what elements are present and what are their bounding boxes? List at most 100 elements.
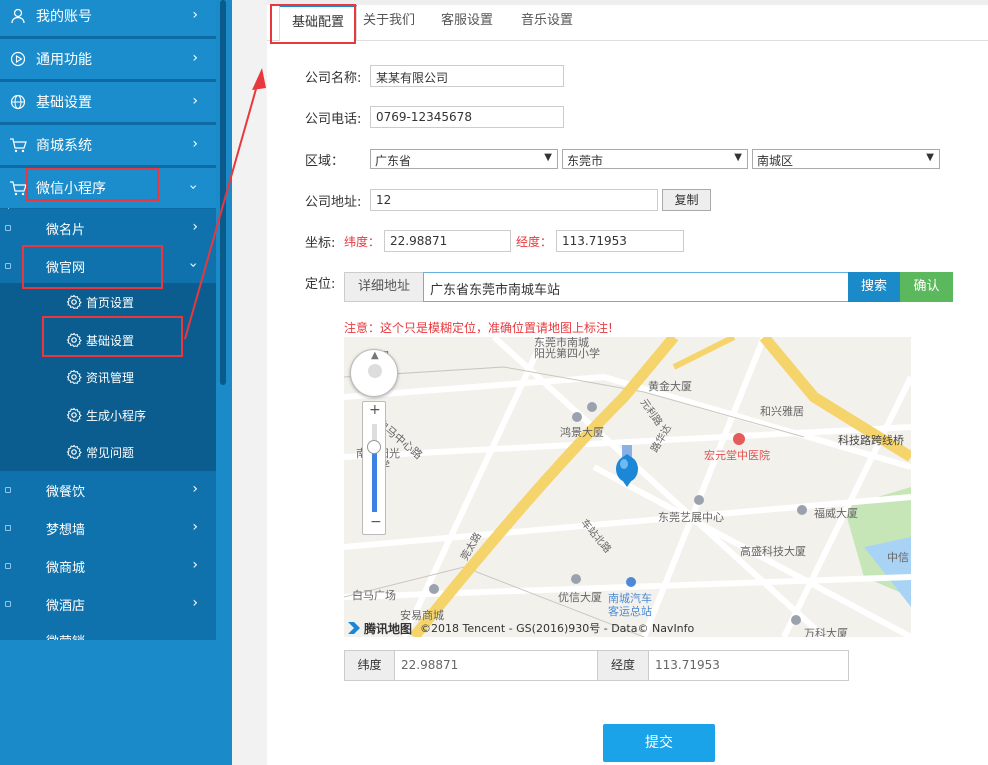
province-value: 广东省 xyxy=(375,154,412,168)
leaf-generate-miniprogram[interactable]: 生成小程序 xyxy=(0,396,216,434)
sub-item-hotel[interactable]: 微酒店 › xyxy=(0,585,216,623)
cart-icon xyxy=(0,137,36,153)
tab-about-us[interactable]: 关于我们 xyxy=(359,10,419,42)
globe-icon xyxy=(0,94,36,110)
search-button[interactable]: 搜索 xyxy=(848,272,900,302)
map-label: 阳光第四小学 xyxy=(534,347,600,360)
menu-label: 我的账号 xyxy=(36,9,92,25)
leaf-faq[interactable]: 常见问题 xyxy=(0,433,216,471)
sub-item-label: 微酒店 xyxy=(46,598,86,614)
chevron-up-icon[interactable]: ▲ xyxy=(371,350,379,361)
map-label: 优信大厦 xyxy=(558,591,602,604)
lat-field[interactable]: 22.98871 xyxy=(384,230,511,252)
map-label: 东莞艺展中心 xyxy=(658,511,724,524)
caret-down-icon: ▼ xyxy=(734,152,742,163)
address-field[interactable]: 12 xyxy=(370,189,658,211)
user-icon xyxy=(0,8,36,24)
sub-item-catering[interactable]: 微餐饮 › xyxy=(0,471,216,509)
region-label: 区域： xyxy=(305,154,345,169)
detail-address-input[interactable]: 广东省东莞市南城车站 xyxy=(423,272,849,302)
map-label: 高盛科技大厦 xyxy=(740,545,806,558)
copy-button[interactable]: 复制 xyxy=(662,189,711,211)
chevron-right-icon: › xyxy=(192,519,198,535)
province-select[interactable]: 广东省 ▼ xyxy=(370,149,558,169)
coord-lat-value: 22.98871 xyxy=(401,658,459,672)
company-name-label: 公司名称: xyxy=(305,71,362,86)
lat-label: 纬度： xyxy=(344,235,381,249)
sub-item-label: 微营销 xyxy=(46,631,85,640)
map-copyright: ©2018 Tencent - GS(2016)930号 - Data© Nav… xyxy=(420,622,695,635)
tree-node xyxy=(5,263,11,269)
map-label: 鸿景大厦 xyxy=(560,426,604,439)
tab-bar: 基础配置 关于我们 客服设置 音乐设置 xyxy=(267,5,988,41)
sidebar-footer xyxy=(0,640,232,765)
city-select[interactable]: 东莞市 ▼ xyxy=(562,149,748,169)
menu-label: 通用功能 xyxy=(36,52,92,68)
map-label: 黄金大厦 xyxy=(648,380,692,393)
map-label: 白马广场 xyxy=(352,589,396,602)
gear-icon xyxy=(66,369,82,385)
sub-item-label: 微名片 xyxy=(46,222,86,238)
chevron-right-icon: › xyxy=(192,481,198,497)
menu-my-account[interactable]: 我的账号 › xyxy=(0,0,216,36)
play-circle-icon xyxy=(0,51,36,67)
sub-item-marketing[interactable]: 微营销 xyxy=(0,623,216,640)
highlight-box xyxy=(270,4,356,44)
highlight-box xyxy=(26,168,159,201)
coords-table: 纬度 22.98871 经度 113.71953 xyxy=(344,650,849,681)
tree-node xyxy=(5,225,11,231)
lng-field[interactable]: 113.71953 xyxy=(556,230,684,252)
company-name-field[interactable]: 某某有限公司 xyxy=(370,65,564,87)
leaf-label: 首页设置 xyxy=(86,295,135,310)
tree-node xyxy=(5,487,11,493)
zoom-thumb[interactable] xyxy=(367,440,381,454)
chevron-right-icon: › xyxy=(192,595,198,611)
annotation-arrow xyxy=(184,68,266,340)
map-pan-control[interactable]: ▲ xyxy=(350,349,398,397)
map-view[interactable]: 东莞市南城 阳光第四小学 御景 黄金大厦 和兴雅居 科技路跨线桥 白马中心路 南… xyxy=(344,337,911,637)
map-label: 万科大厦 xyxy=(804,627,848,637)
map-brand: 腾讯地图 xyxy=(364,621,413,636)
leaf-label: 资讯管理 xyxy=(86,370,135,385)
highlight-box xyxy=(22,245,163,289)
detail-address-label: 详细地址 xyxy=(344,272,424,302)
menu-label: 商城系统 xyxy=(36,138,92,154)
sub-item-dream-wall[interactable]: 梦想墙 › xyxy=(0,509,216,547)
phone-field[interactable]: 0769-12345678 xyxy=(370,106,564,128)
coord-lng-value: 113.71953 xyxy=(655,658,720,672)
tencent-map-logo-icon xyxy=(348,622,360,634)
map-zoom-control[interactable]: + − xyxy=(362,401,386,535)
address-label: 公司地址: xyxy=(305,195,362,210)
map-attribution: 腾讯地图 ©2018 Tencent - GS(2016)930号 - Data… xyxy=(346,620,694,636)
gear-icon xyxy=(66,444,82,460)
gear-icon xyxy=(66,294,82,310)
tree-node xyxy=(5,563,11,569)
map-label: 宏元堂中医院 xyxy=(704,449,770,462)
caret-down-icon: ▼ xyxy=(544,152,552,163)
gear-icon xyxy=(66,407,82,423)
coord-label: 坐标: xyxy=(305,236,336,251)
sub-item-mall[interactable]: 微商城 › xyxy=(0,547,216,585)
tab-service-settings[interactable]: 客服设置 xyxy=(437,10,497,42)
chevron-right-icon: › xyxy=(192,7,198,23)
phone-label: 公司电话: xyxy=(305,112,362,127)
map-label: 中信 xyxy=(887,551,909,564)
sub-item-label: 微商城 xyxy=(46,560,86,576)
tab-music-settings[interactable]: 音乐设置 xyxy=(517,10,577,42)
coord-lat-label: 纬度 xyxy=(345,651,395,680)
leaf-news-management[interactable]: 资讯管理 xyxy=(0,358,216,396)
leaf-label: 生成小程序 xyxy=(86,408,147,423)
confirm-button[interactable]: 确认 xyxy=(900,272,953,302)
zoom-out-icon[interactable]: − xyxy=(370,514,382,530)
notice-text: 注意：这个只是模糊定位，准确位置请地图上标注! xyxy=(344,321,613,335)
map-label: 科技路跨线桥 xyxy=(838,434,904,447)
submit-button[interactable]: 提交 xyxy=(603,724,715,762)
pan-center[interactable] xyxy=(368,364,382,378)
lng-label: 经度： xyxy=(516,235,553,249)
map-label: 和兴雅居 xyxy=(760,405,804,418)
district-value: 南城区 xyxy=(757,154,794,168)
locate-label: 定位: xyxy=(305,277,336,292)
district-select[interactable]: 南城区 ▼ xyxy=(752,149,940,169)
zoom-in-icon[interactable]: + xyxy=(369,402,381,418)
caret-down-icon: ▼ xyxy=(926,152,934,163)
